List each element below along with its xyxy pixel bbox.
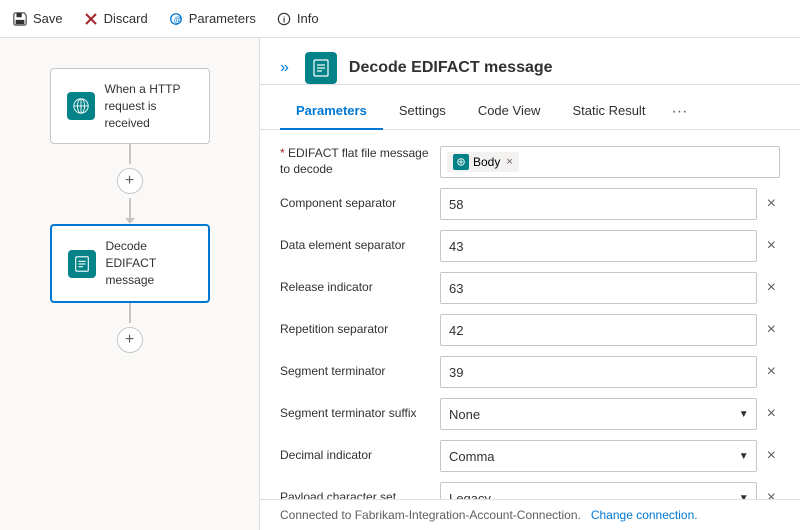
component-sep-input[interactable]: 58	[440, 188, 757, 220]
tab-code-view[interactable]: Code View	[462, 95, 557, 130]
segment-suffix-control: None CR LF CRLF ▼ ×	[440, 398, 780, 430]
tab-settings[interactable]: Settings	[383, 95, 462, 130]
parameters-button[interactable]: @ Parameters	[168, 11, 256, 27]
edifact-control: Body ×	[440, 146, 780, 178]
discard-label: Discard	[104, 11, 148, 26]
http-node-label: When a HTTP request is received	[105, 81, 193, 131]
payload-charset-select-wrap: Legacy UTF-8 UTF-16 ▼	[440, 482, 757, 499]
parameters-icon: @	[168, 11, 184, 27]
data-elem-label: Data element separator	[280, 238, 440, 254]
segment-suffix-label: Segment terminator suffix	[280, 406, 440, 422]
add-step-btn-1[interactable]: +	[117, 168, 143, 194]
decode-edifact-node[interactable]: Decode EDIFACT message	[50, 224, 210, 302]
tabs: Parameters Settings Code View Static Res…	[260, 95, 800, 130]
component-sep-label: Component separator	[280, 196, 440, 212]
decimal-ind-select-wrap: Comma Period ▼	[440, 440, 757, 472]
parameters-label: Parameters	[189, 11, 256, 26]
edifact-label: EDIFACT flat file message to decode	[280, 146, 440, 177]
repetition-sep-row: Repetition separator ×	[280, 314, 780, 346]
http-node-icon	[67, 92, 95, 120]
discard-button[interactable]: Discard	[83, 11, 148, 27]
tab-parameters[interactable]: Parameters	[280, 95, 383, 130]
segment-suffix-row: Segment terminator suffix None CR LF CRL…	[280, 398, 780, 430]
tag-icon	[453, 154, 469, 170]
decode-node-icon	[68, 250, 96, 278]
repetition-sep-control: ×	[440, 314, 780, 346]
save-button[interactable]: Save	[12, 11, 63, 27]
connector-2: +	[117, 303, 143, 357]
body-tag-label: Body	[473, 155, 500, 169]
more-tabs-button[interactable]: ···	[661, 95, 697, 129]
body-tag: Body ×	[447, 152, 519, 172]
decode-node-label: Decode EDIFACT message	[106, 238, 192, 288]
right-panel: » Decode EDIFACT message Parameters Sett…	[260, 38, 800, 530]
panel-footer: Connected to Fabrikam-Integration-Accoun…	[260, 499, 800, 530]
expand-icon[interactable]: »	[280, 59, 289, 77]
segment-suffix-clear[interactable]: ×	[763, 403, 780, 425]
component-sep-control: 58 ×	[440, 188, 780, 220]
segment-suffix-select[interactable]: None CR LF CRLF	[440, 398, 757, 430]
payload-charset-label: Payload character set	[280, 490, 440, 499]
payload-charset-clear[interactable]: ×	[763, 487, 780, 499]
info-button[interactable]: i Info	[276, 11, 319, 27]
svg-text:i: i	[283, 15, 285, 24]
payload-charset-control: Legacy UTF-8 UTF-16 ▼ ×	[440, 482, 780, 499]
tab-static-result[interactable]: Static Result	[556, 95, 661, 130]
release-ind-row: Release indicator ×	[280, 272, 780, 304]
data-elem-control: ×	[440, 230, 780, 262]
form-area: EDIFACT flat file message to decode	[260, 130, 800, 499]
info-label: Info	[297, 11, 319, 26]
data-elem-input[interactable]	[440, 230, 757, 262]
repetition-sep-clear[interactable]: ×	[763, 319, 780, 341]
save-icon	[12, 11, 28, 27]
decimal-ind-control: Comma Period ▼ ×	[440, 440, 780, 472]
edifact-tag-input[interactable]: Body ×	[440, 146, 780, 178]
connector-1: +	[117, 144, 143, 224]
segment-suffix-select-wrap: None CR LF CRLF ▼	[440, 398, 757, 430]
segment-term-label: Segment terminator	[280, 364, 440, 380]
panel-title-icon	[305, 52, 337, 84]
decimal-ind-clear[interactable]: ×	[763, 445, 780, 467]
segment-term-row: Segment terminator ×	[280, 356, 780, 388]
segment-term-clear[interactable]: ×	[763, 361, 780, 383]
panel-header: » Decode EDIFACT message	[260, 38, 800, 85]
body-tag-close[interactable]: ×	[506, 156, 512, 168]
repetition-sep-label: Repetition separator	[280, 322, 440, 338]
repetition-sep-input[interactable]	[440, 314, 757, 346]
discard-icon	[83, 11, 99, 27]
add-step-btn-2[interactable]: +	[117, 327, 143, 353]
release-ind-label: Release indicator	[280, 280, 440, 296]
flow-panel: When a HTTP request is received + Decode…	[0, 38, 260, 530]
footer-text: Connected to Fabrikam-Integration-Accoun…	[280, 508, 581, 522]
decimal-ind-select[interactable]: Comma Period	[440, 440, 757, 472]
release-ind-input[interactable]	[440, 272, 757, 304]
data-elem-clear[interactable]: ×	[763, 235, 780, 257]
payload-charset-row: Payload character set Legacy UTF-8 UTF-1…	[280, 482, 780, 499]
decimal-ind-label: Decimal indicator	[280, 448, 440, 464]
save-label: Save	[33, 11, 63, 26]
svg-text:@: @	[174, 15, 182, 24]
segment-term-control: ×	[440, 356, 780, 388]
toolbar: Save Discard @ Parameters i Info	[0, 0, 800, 38]
panel-title: Decode EDIFACT message	[349, 59, 780, 77]
data-elem-row: Data element separator ×	[280, 230, 780, 262]
release-ind-control: ×	[440, 272, 780, 304]
segment-term-input[interactable]	[440, 356, 757, 388]
release-ind-clear[interactable]: ×	[763, 277, 780, 299]
change-connection-link[interactable]: Change connection.	[591, 508, 698, 522]
http-trigger-node[interactable]: When a HTTP request is received	[50, 68, 210, 144]
payload-charset-select[interactable]: Legacy UTF-8 UTF-16	[440, 482, 757, 499]
main-area: When a HTTP request is received + Decode…	[0, 38, 800, 530]
component-sep-clear[interactable]: ×	[763, 193, 780, 215]
component-sep-row: Component separator 58 ×	[280, 188, 780, 220]
decimal-ind-row: Decimal indicator Comma Period ▼ ×	[280, 440, 780, 472]
edifact-row: EDIFACT flat file message to decode	[280, 146, 780, 178]
info-icon: i	[276, 11, 292, 27]
